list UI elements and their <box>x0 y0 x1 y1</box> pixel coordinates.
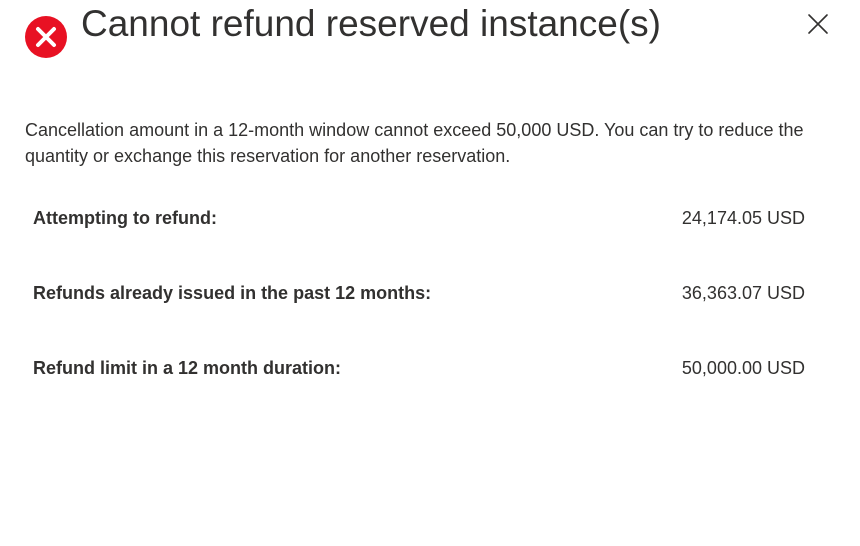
refunds-issued-row: Refunds already issued in the past 12 mo… <box>33 280 805 306</box>
refunds-issued-label: Refunds already issued in the past 12 mo… <box>33 283 432 303</box>
refund-limit-row: Refund limit in a 12 month duration: 50,… <box>33 355 805 381</box>
refunds-issued-value: 36,363.07 USD <box>681 283 805 303</box>
attempting-refund-label: Attempting to refund: <box>33 208 217 228</box>
dialog-title: Cannot refund reserved instance(s) <box>81 3 661 44</box>
error-circle-icon <box>25 16 67 58</box>
refund-error-dialog: Cannot refund reserved instance(s) Cance… <box>0 0 860 546</box>
attempting-refund-value: 24,174.05 USD <box>681 208 805 228</box>
error-message: Cancellation amount in a 12-month window… <box>25 120 804 166</box>
refund-limit-label: Refund limit in a 12 month duration: <box>33 358 341 378</box>
close-button[interactable] <box>804 10 832 38</box>
refund-limit-value: 50,000.00 USD <box>681 358 805 378</box>
close-icon <box>804 10 832 38</box>
attempting-refund-row: Attempting to refund: 24,174.05 USD <box>33 205 805 231</box>
